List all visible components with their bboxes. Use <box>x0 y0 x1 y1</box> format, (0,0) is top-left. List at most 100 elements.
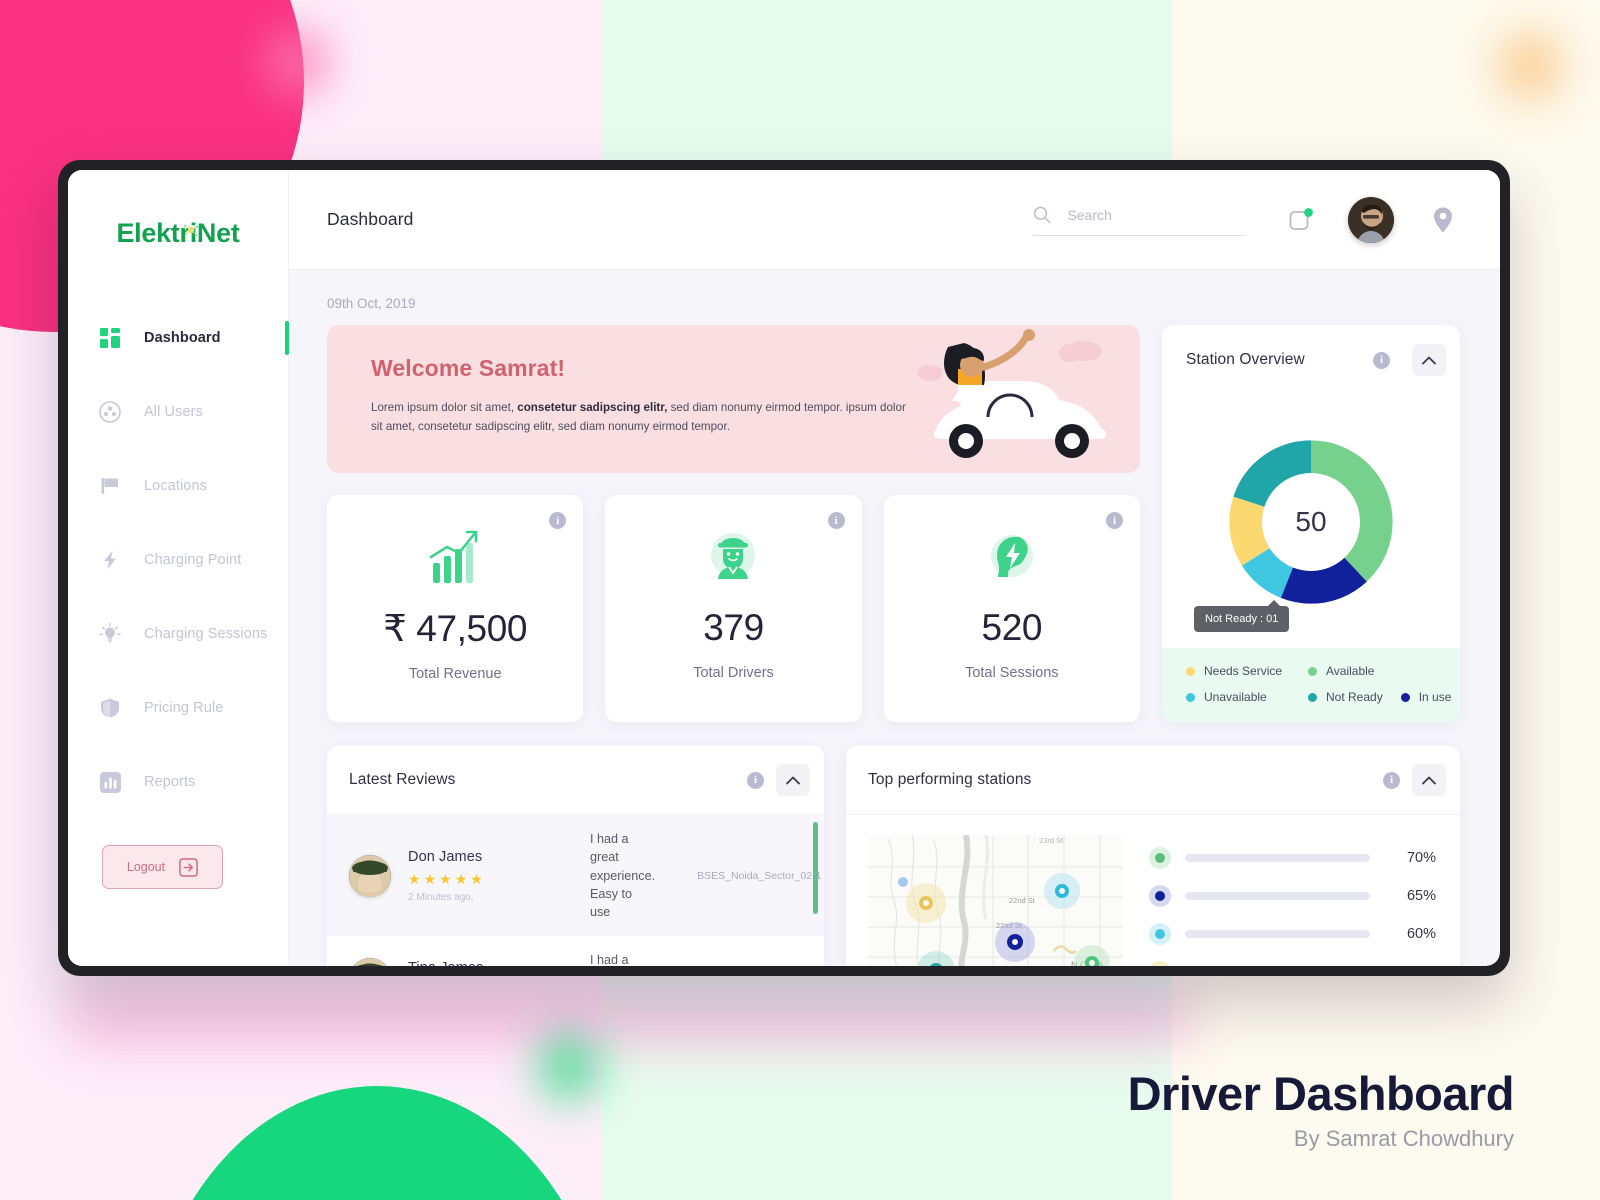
info-icon[interactable]: i <box>1373 351 1390 369</box>
legend-label: Not Ready <box>1326 690 1383 704</box>
sidebar-nav: Dashboard All Users Locations Charging P… <box>68 301 289 819</box>
collapse-button[interactable] <box>1412 344 1446 376</box>
donut-tooltip: Not Ready : 01 <box>1194 600 1290 632</box>
sidebar-item-label: Pricing Rule <box>144 700 224 716</box>
star-icon: ★ <box>470 870 483 887</box>
donut-center-value: 50 <box>1262 472 1360 571</box>
sidebar-item-pricing-rule[interactable]: Pricing Rule <box>68 671 288 745</box>
legend-label: Needs Service <box>1204 664 1283 678</box>
welcome-body: Lorem ipsum dolor sit amet, consetetur s… <box>371 398 919 436</box>
review-rating: ★ ★ ★ ★ ★ <box>408 872 554 886</box>
legend-item-needs-service: Needs Service <box>1186 664 1308 678</box>
sidebar-item-reports[interactable]: Reports <box>68 745 288 819</box>
chevron-up-icon <box>1422 776 1436 784</box>
legend-item-unavailable: Unavailable <box>1186 690 1308 704</box>
sidebar-item-label: Locations <box>144 478 207 494</box>
legend-label: Available <box>1326 664 1375 678</box>
performance-percent: 65% <box>1406 888 1436 904</box>
welcome-banner: Welcome Samrat! Lorem ipsum dolor sit am… <box>327 325 1140 473</box>
chevron-up-icon <box>1422 356 1436 364</box>
legend-dot <box>1186 692 1195 702</box>
growth-bar-chart-icon <box>425 527 485 589</box>
map-street-label: 22nd St <box>1009 896 1036 905</box>
page-title: Dashboard <box>327 209 414 229</box>
info-icon[interactable]: i <box>827 512 845 529</box>
avatar <box>349 854 391 897</box>
top-stations-title: Top performing stations <box>868 771 1032 788</box>
caption-title: Driver Dashboard <box>1127 1066 1515 1120</box>
collapse-button[interactable] <box>1412 764 1446 796</box>
notification-icon[interactable] <box>1284 203 1318 237</box>
star-icon: ★ <box>454 870 468 887</box>
sidebar-item-dashboard[interactable]: Dashboard <box>68 301 289 375</box>
app-logo[interactable]: ElektriNet <box>68 170 288 249</box>
topbar: Dashboard <box>289 170 1500 270</box>
welcome-illustration <box>917 329 1106 458</box>
sidebar: ElektriNet Dashboard All Users Locations… <box>68 170 289 966</box>
review-station-name: BSES_Noida_Sector_02-1 <box>697 869 822 882</box>
map-street-label: 23rd St <box>1039 836 1064 845</box>
legend-row: Unavailable Not Ready In use <box>1186 690 1460 704</box>
avatar[interactable] <box>1348 196 1394 243</box>
info-icon[interactable]: i <box>1383 771 1400 789</box>
legend-dot <box>1308 666 1317 676</box>
review-text: I had a great experience. Easy to use <box>590 832 656 919</box>
station-color-badge <box>1149 961 1171 966</box>
sidebar-item-charging-sessions[interactable]: Charging Sessions <box>68 597 288 671</box>
avatar <box>349 957 391 966</box>
chevron-up-icon <box>786 776 800 784</box>
station-color-badge <box>1149 885 1171 907</box>
topbar-actions <box>1033 196 1460 243</box>
logout-button[interactable]: Logout <box>102 845 223 889</box>
review-timestamp: 2 Minutes ago. <box>408 891 474 903</box>
sidebar-item-all-users[interactable]: All Users <box>68 375 288 449</box>
station-donut-chart: 50 <box>1227 438 1395 606</box>
review-author-name: Tina James <box>408 960 554 966</box>
legend-item-not-ready: Not Ready <box>1308 690 1383 704</box>
stat-card-revenue: i ₹ 47,500 Total Revenue <box>327 495 584 722</box>
collapse-button[interactable] <box>776 764 810 796</box>
grid-icon <box>97 325 123 351</box>
scrollbar-thumb[interactable] <box>813 822 818 914</box>
top-performing-stations-panel: Top performing stations i 22nd St 23rd S… <box>846 746 1460 966</box>
stat-value: 379 <box>703 607 764 648</box>
bottom-row: Latest Reviews i Don James ★ ★ ★ ★ ★ 2 M… <box>327 746 1460 966</box>
search-box[interactable] <box>1033 204 1246 236</box>
latest-reviews-header: Latest Reviews i <box>327 746 824 815</box>
app-screen: ElektriNet Dashboard All Users Locations… <box>68 170 1500 966</box>
device-frame: ElektriNet Dashboard All Users Locations… <box>58 160 1510 976</box>
info-icon[interactable]: i <box>1105 512 1123 529</box>
stations-map-thumbnail[interactable]: 22nd St 23rd St 22nd St N O V A <box>868 835 1123 966</box>
left-column: Welcome Samrat! Lorem ipsum dolor sit am… <box>327 325 1140 722</box>
stat-label: Total Sessions <box>965 665 1059 681</box>
logout-area: Logout <box>68 819 288 889</box>
performance-row: 55% <box>1149 953 1436 966</box>
info-icon[interactable]: i <box>747 771 764 789</box>
search-icon <box>1033 206 1051 223</box>
welcome-body-part1: Lorem ipsum dolor sit amet, <box>371 401 518 414</box>
sidebar-item-locations[interactable]: Locations <box>68 449 288 523</box>
review-text: I had a great experience. <box>590 953 629 966</box>
performance-row: 65% <box>1149 877 1436 915</box>
review-row[interactable]: Tina James ★ ★ ★ ★ ★ I had a great exper… <box>327 936 824 966</box>
driver-person-icon <box>704 527 762 589</box>
decorative-dot-green <box>538 1034 600 1100</box>
location-pin-icon[interactable] <box>1426 203 1460 237</box>
legend-dot <box>1400 692 1410 702</box>
head-bolt-icon <box>983 527 1041 589</box>
legend-label: In use <box>1418 690 1452 704</box>
welcome-body-bold: consetetur sadipscing elitr, <box>517 401 668 414</box>
review-row[interactable]: Don James ★ ★ ★ ★ ★ 2 Minutes ago. I had… <box>327 815 824 937</box>
star-icon: ★ <box>408 870 421 887</box>
legend-dot <box>1308 692 1317 702</box>
review-author-block: Don James ★ ★ ★ ★ ★ 2 Minutes ago. <box>391 849 554 903</box>
main-area: Dashboard Search 09th Oct, 2019 Welcome … <box>289 170 1500 966</box>
latest-reviews-title: Latest Reviews <box>349 771 456 788</box>
sidebar-item-label: Reports <box>144 774 196 790</box>
logo-text-secondary: Net <box>196 218 240 248</box>
sidebar-item-charging-point[interactable]: Charging Point <box>68 523 288 597</box>
search-input[interactable] <box>1067 206 1246 223</box>
progress-track <box>1185 930 1370 938</box>
top-stations-header: Top performing stations i <box>846 746 1460 815</box>
info-icon[interactable]: i <box>549 512 567 529</box>
